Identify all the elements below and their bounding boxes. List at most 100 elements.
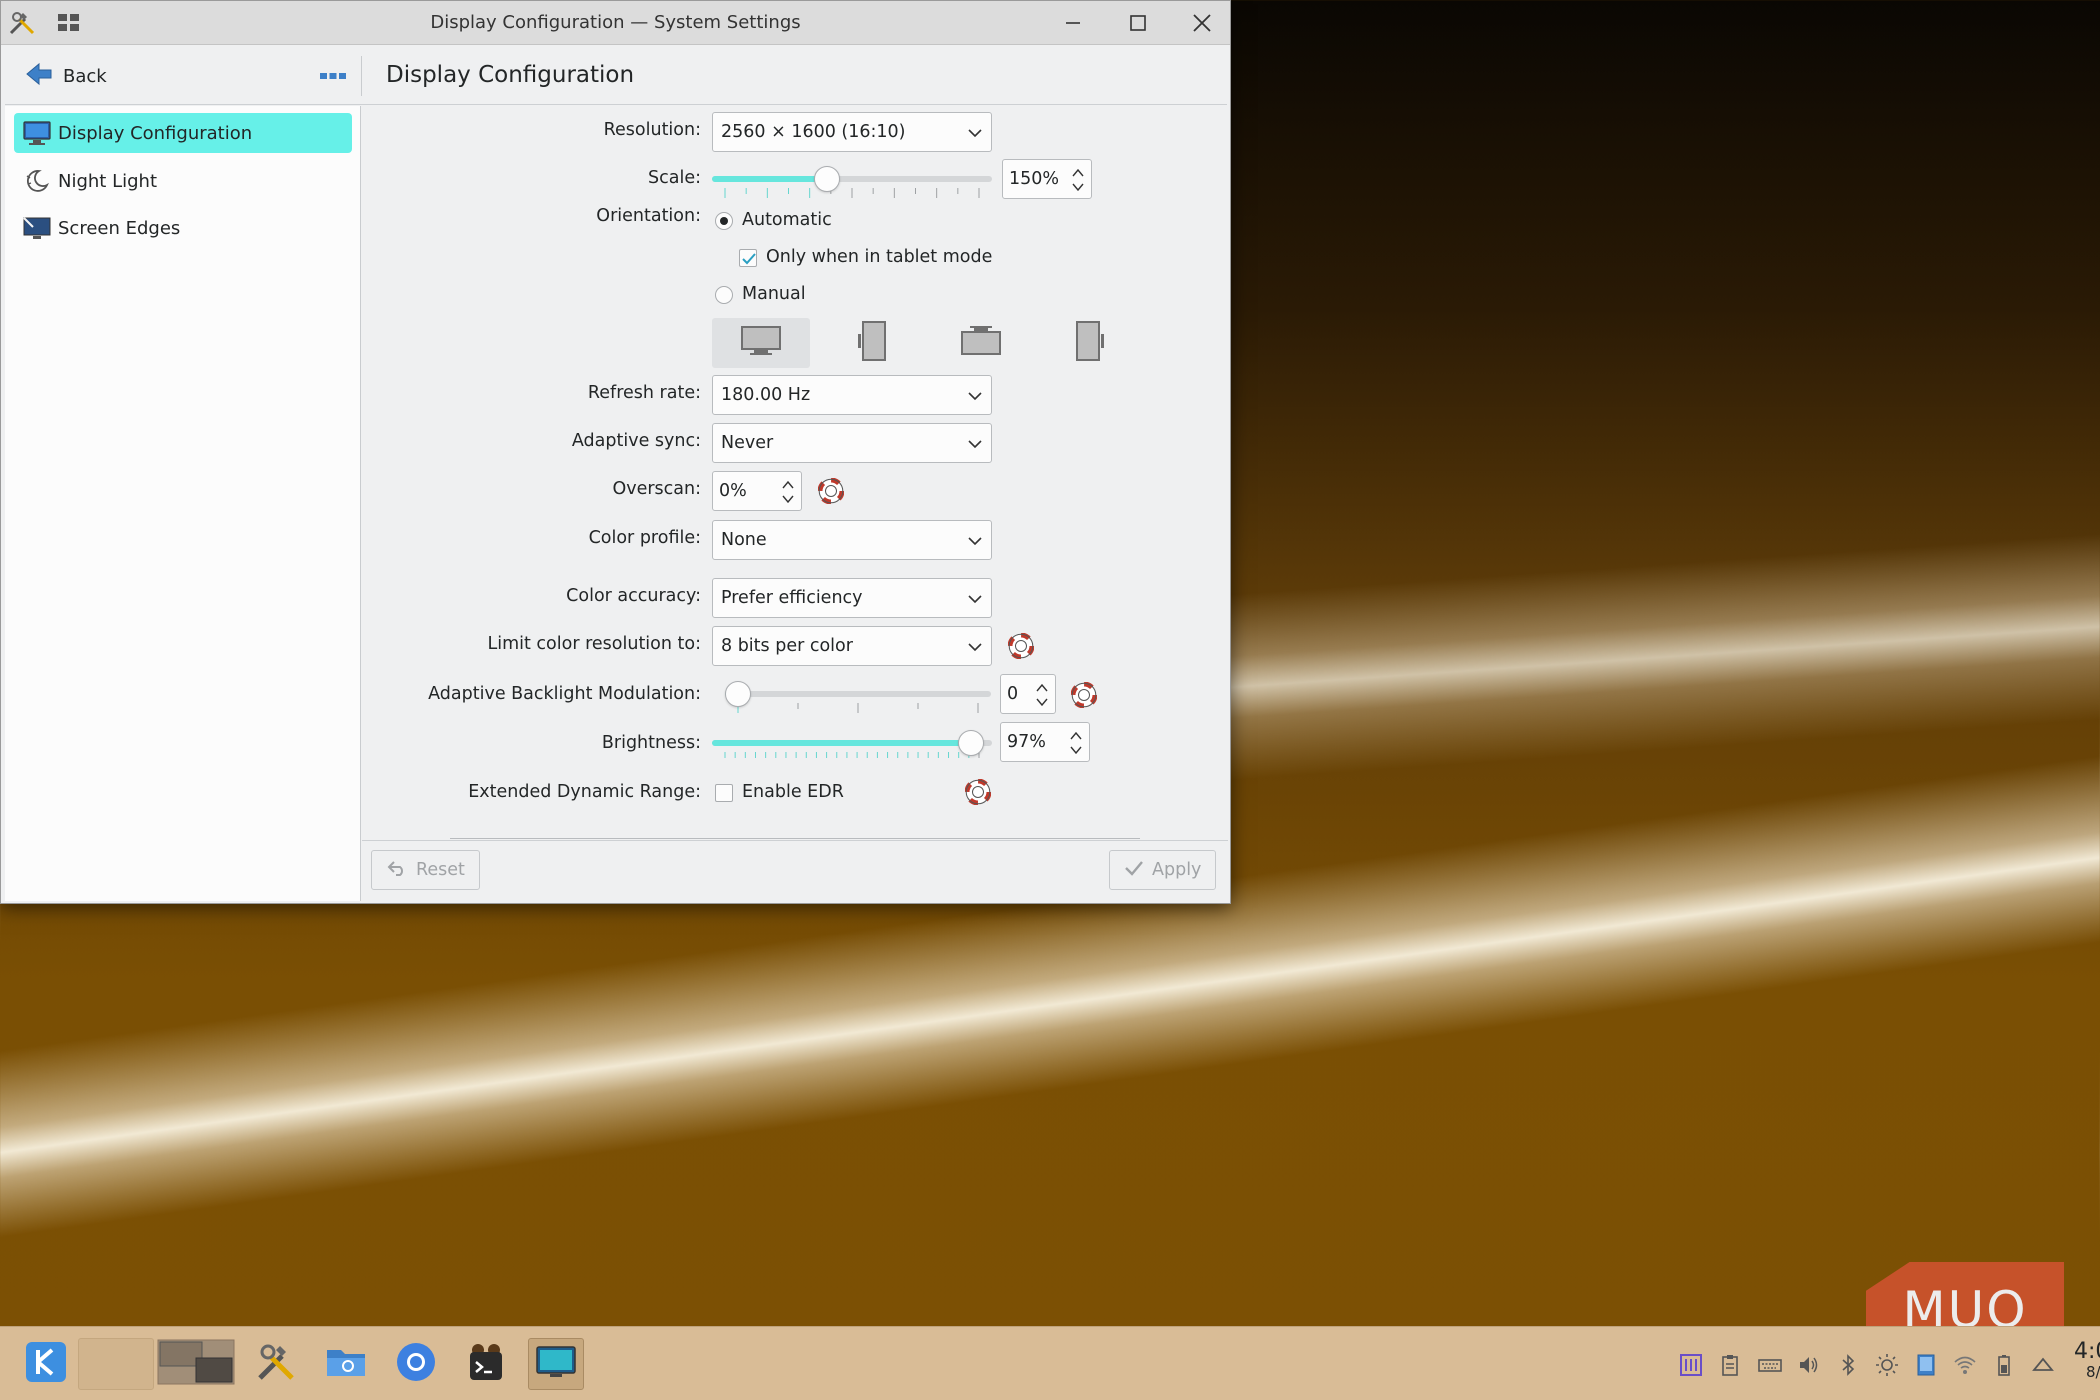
close-button[interactable]: [1188, 10, 1216, 36]
title-bar[interactable]: Display Configuration — System Settings: [1, 1, 1230, 45]
slider-ticks: [724, 752, 980, 758]
resolution-value: 2560 × 1600 (16:10): [721, 122, 906, 142]
monitor-icon: [534, 1342, 578, 1386]
bluetooth-icon[interactable]: [1836, 1353, 1860, 1377]
color-accuracy-value: Prefer efficiency: [721, 588, 863, 608]
orientation-manual-label: Manual: [742, 284, 806, 304]
orientation-rotate-left-button[interactable]: [822, 318, 920, 368]
taskbar-chrome-browser[interactable]: [388, 1338, 444, 1390]
terminal-icon: [464, 1340, 508, 1388]
desktop-pager-2[interactable]: [156, 1338, 236, 1390]
adaptive-sync-label: Adaptive sync:: [571, 431, 701, 451]
orientation-automatic-radio[interactable]: [715, 212, 733, 230]
color-profile-value: None: [721, 530, 767, 550]
refresh-rate-combobox[interactable]: 180.00 Hz: [712, 375, 992, 415]
wifi-icon[interactable]: [1953, 1353, 1977, 1377]
brightness-spinbox[interactable]: 97%: [1000, 722, 1090, 762]
spin-arrows-icon[interactable]: [1069, 728, 1083, 758]
color-profile-combobox[interactable]: None: [712, 520, 992, 560]
spin-arrows-icon[interactable]: [1035, 680, 1049, 710]
checkmark-icon: [1124, 859, 1144, 882]
refresh-rate-label: Refresh rate:: [587, 383, 701, 403]
abm-spinbox[interactable]: 0: [1000, 674, 1056, 714]
scale-value: 150%: [1009, 169, 1060, 189]
slider-handle[interactable]: [725, 681, 751, 707]
taskbar: 4:0 8/: [0, 1326, 2100, 1400]
limit-color-resolution-value: 8 bits per color: [721, 636, 853, 656]
sidebar-item-night-light[interactable]: Night Light: [14, 161, 352, 201]
battery-icon[interactable]: [1992, 1353, 2016, 1377]
taskbar-file-manager[interactable]: [318, 1338, 374, 1390]
system-settings-window: Display Configuration — System Settings …: [0, 0, 1231, 904]
chevron-down-icon: [967, 533, 983, 549]
help-lifebuoy-icon[interactable]: [817, 477, 845, 505]
color-accuracy-label: Color accuracy:: [566, 586, 701, 606]
help-lifebuoy-icon[interactable]: [1070, 681, 1098, 709]
tablet-mode-checkbox[interactable]: [739, 249, 757, 267]
limit-color-resolution-combobox[interactable]: 8 bits per color: [712, 626, 992, 666]
taskbar-display-settings-active[interactable]: [528, 1338, 584, 1390]
sidebar-item-display-configuration[interactable]: Display Configuration: [14, 113, 352, 153]
slider-track: [725, 691, 991, 697]
volume-icon[interactable]: [1797, 1353, 1821, 1377]
color-accuracy-combobox[interactable]: Prefer efficiency: [712, 578, 992, 618]
footer-bar: Reset Apply: [362, 840, 1228, 901]
spin-arrows-icon[interactable]: [1071, 165, 1085, 195]
screen-edges-icon: [22, 214, 52, 242]
reset-label: Reset: [416, 860, 465, 880]
browser-icon: [394, 1340, 438, 1388]
resolution-combobox[interactable]: 2560 × 1600 (16:10): [712, 112, 992, 152]
brightness-slider[interactable]: [712, 728, 992, 758]
overscan-label: Overscan:: [612, 479, 701, 499]
slider-handle[interactable]: [813, 166, 840, 192]
portrait-right-monitor-icon: [1075, 320, 1107, 366]
portrait-left-monitor-icon: [855, 320, 887, 366]
reset-button[interactable]: Reset: [371, 850, 480, 890]
app-launcher-button[interactable]: [18, 1338, 74, 1390]
more-options-icon[interactable]: [319, 68, 347, 82]
back-button[interactable]: Back: [25, 60, 107, 92]
maximize-button[interactable]: [1124, 10, 1152, 36]
adaptive-sync-value: Never: [721, 433, 774, 453]
display-tray-icon[interactable]: [1914, 1353, 1938, 1377]
abm-value: 0: [1007, 684, 1019, 704]
kde-logo-icon: [24, 1340, 68, 1388]
help-lifebuoy-icon[interactable]: [964, 778, 992, 806]
brightness-icon[interactable]: [1875, 1353, 1899, 1377]
adaptive-sync-combobox[interactable]: Never: [712, 423, 992, 463]
overscan-spinbox[interactable]: 0%: [712, 471, 802, 511]
minimize-button[interactable]: [1059, 10, 1087, 36]
scale-slider[interactable]: [712, 164, 992, 198]
abm-label: Adaptive Backlight Modulation:: [428, 684, 701, 704]
abm-slider[interactable]: [725, 679, 991, 713]
taskbar-terminal[interactable]: [458, 1338, 514, 1390]
sidebar-item-screen-edges[interactable]: Screen Edges: [14, 208, 352, 248]
landscape-monitor-icon: [740, 325, 782, 361]
orientation-rotate-right-button[interactable]: [1042, 318, 1140, 368]
tablet-mode-label: Only when in tablet mode: [766, 247, 993, 267]
desktop-pager-1[interactable]: [78, 1338, 154, 1390]
spin-arrows-icon[interactable]: [781, 477, 795, 507]
slider-ticks: [737, 703, 979, 713]
keyboard-icon[interactable]: [1758, 1353, 1782, 1377]
orientation-normal-button[interactable]: [712, 318, 810, 368]
enable-edr-checkbox[interactable]: [715, 784, 733, 802]
taskbar-system-settings[interactable]: [248, 1338, 304, 1390]
back-label: Back: [63, 65, 107, 87]
slider-fill: [712, 740, 972, 746]
audio-mixer-icon[interactable]: [1679, 1353, 1703, 1377]
apply-button[interactable]: Apply: [1109, 850, 1217, 890]
brightness-value: 97%: [1007, 732, 1046, 752]
clipboard-icon[interactable]: [1718, 1353, 1742, 1377]
show-hidden-icons-icon[interactable]: [2031, 1353, 2055, 1377]
chevron-down-icon: [967, 591, 983, 607]
slider-fill: [712, 176, 827, 182]
orientation-manual-radio[interactable]: [715, 286, 733, 304]
divider: [450, 838, 1140, 839]
brightness-label: Brightness:: [601, 733, 701, 753]
clock-time[interactable]: 4:0: [2074, 1341, 2100, 1363]
scale-spinbox[interactable]: 150%: [1002, 159, 1092, 199]
orientation-inverted-button[interactable]: [932, 318, 1030, 368]
help-lifebuoy-icon[interactable]: [1007, 632, 1035, 660]
color-profile-label: Color profile:: [588, 528, 701, 548]
